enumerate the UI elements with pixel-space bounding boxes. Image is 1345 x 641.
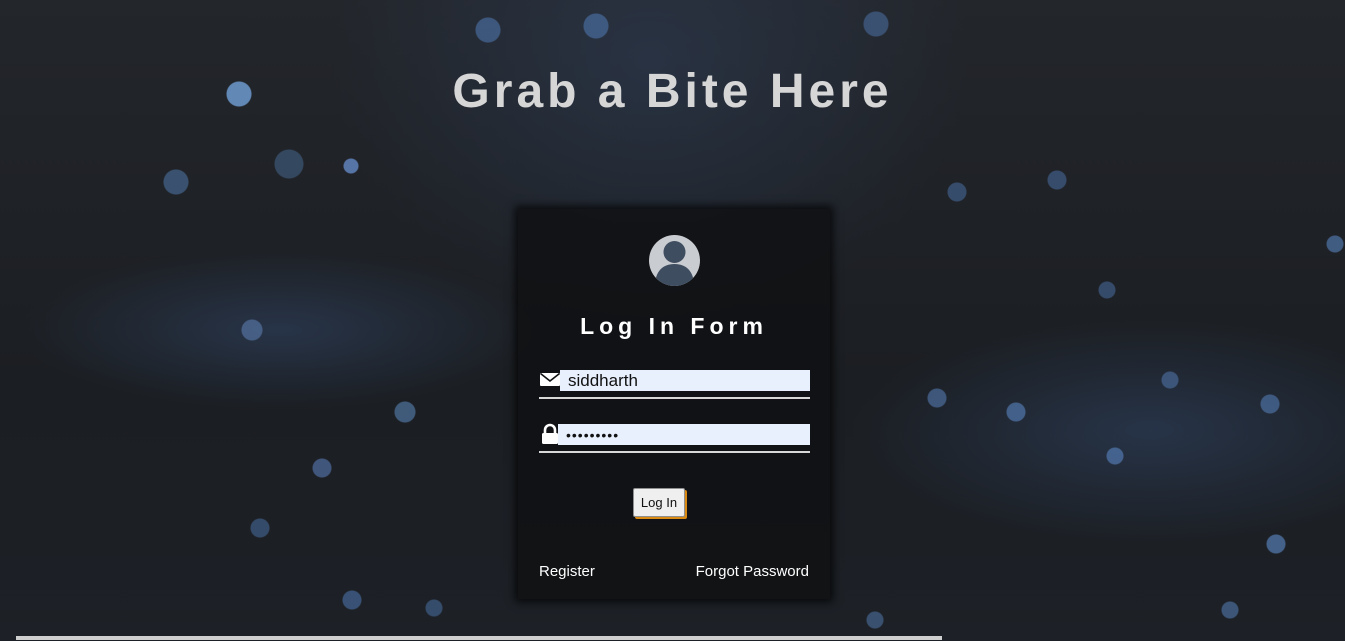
user-avatar-icon [649,235,700,286]
forgot-password-link[interactable]: Forgot Password [696,563,809,580]
login-card: Log In Form Log In Register Forgot Passw… [518,209,830,599]
register-link[interactable]: Register [539,563,595,580]
login-button[interactable]: Log In [633,488,685,517]
login-form-title: Log In Form [580,313,768,339]
password-field-row [539,423,810,453]
username-field-row [539,369,810,399]
page-title: Grab a Bite Here [452,65,893,118]
envelope-icon [539,369,561,391]
password-input[interactable] [558,424,810,445]
horizontal-scrollbar[interactable] [16,636,942,640]
username-input[interactable] [560,370,810,391]
